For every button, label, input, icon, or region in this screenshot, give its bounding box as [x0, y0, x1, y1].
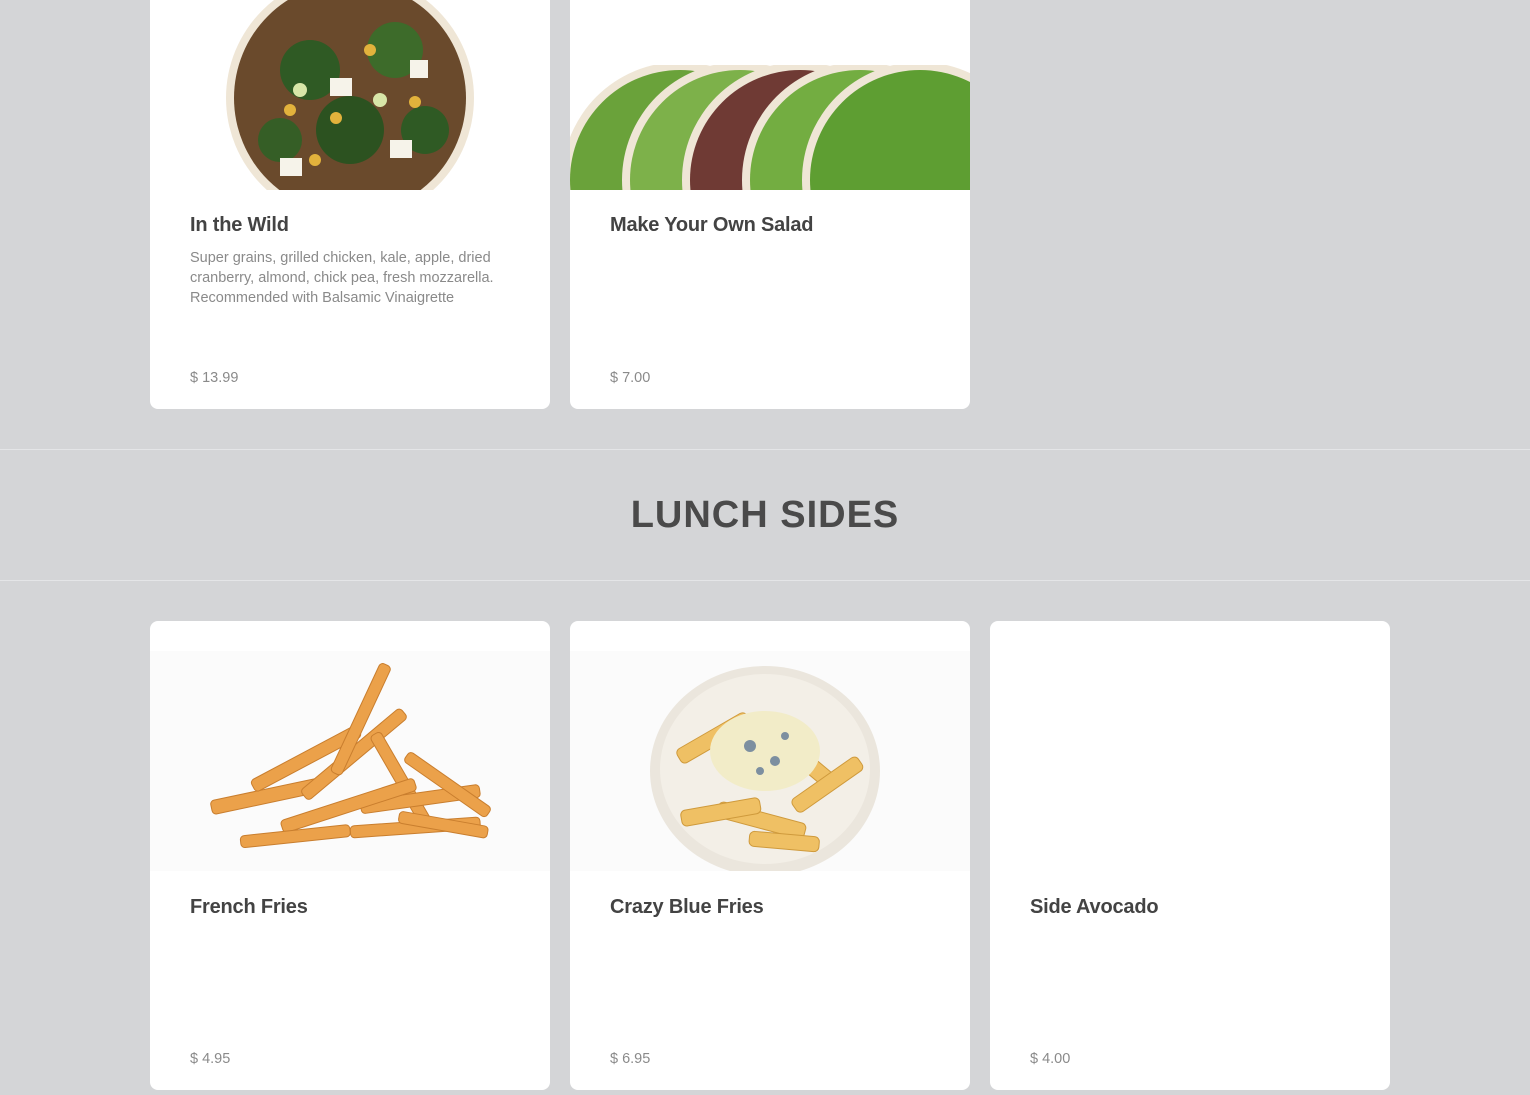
salad-greens-image — [570, 0, 970, 190]
crazy-blue-fries-image — [570, 651, 970, 871]
item-name: In the Wild — [190, 214, 289, 236]
item-name: Side Avocado — [1030, 896, 1159, 918]
item-price: $ 7.00 — [610, 370, 651, 386]
menu-item-card-crazy-blue-fries[interactable]: Crazy Blue Fries $ 6.95 — [570, 621, 970, 1090]
item-name: French Fries — [190, 896, 308, 918]
item-price: $ 4.95 — [190, 1051, 231, 1067]
item-name: Make Your Own Salad — [610, 214, 814, 236]
menu-item-card-french-fries[interactable]: French Fries $ 4.95 — [150, 621, 550, 1090]
item-price: $ 13.99 — [190, 370, 239, 386]
section-divider — [0, 449, 1530, 450]
section-divider — [0, 580, 1530, 581]
menu-item-card-make-your-own-salad[interactable]: Make Your Own Salad $ 7.00 — [570, 0, 970, 409]
section-title: LUNCH SIDES — [630, 494, 900, 536]
salad-bowl-image — [150, 0, 550, 190]
item-description: Super grains, grilled chicken, kale, app… — [190, 250, 494, 306]
french-fries-image — [150, 651, 550, 871]
menu-item-card-in-the-wild[interactable]: In the Wild Super grains, grilled chicke… — [150, 0, 550, 409]
item-price: $ 6.95 — [610, 1051, 651, 1067]
menu-item-card-side-avocado[interactable]: Side Avocado $ 4.00 — [990, 621, 1390, 1090]
item-name: Crazy Blue Fries — [610, 896, 764, 918]
item-price: $ 4.00 — [1030, 1051, 1071, 1067]
